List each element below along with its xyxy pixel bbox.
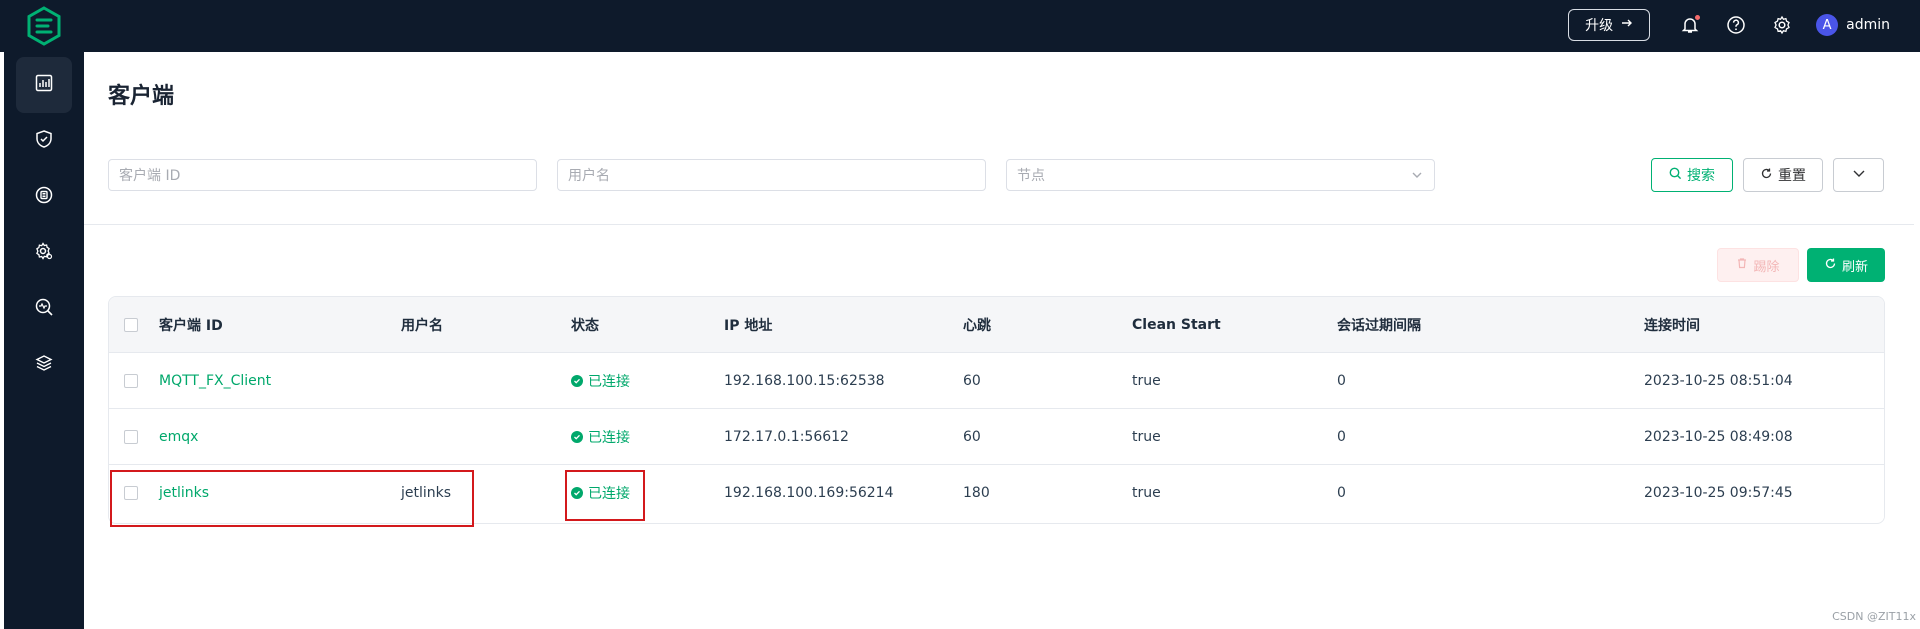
expiry-cell: 0 <box>1337 429 1346 445</box>
expiry-cell: 0 <box>1337 485 1346 501</box>
status-label: 已连接 <box>588 374 630 390</box>
ip-cell: 192.168.100.15:62538 <box>724 373 885 389</box>
help-icon[interactable] <box>1724 13 1748 37</box>
gear-icon <box>34 241 54 265</box>
shield-icon <box>34 129 54 153</box>
expiry-cell: 0 <box>1337 373 1346 389</box>
upgrade-label: 升级 <box>1585 18 1614 34</box>
connected-at-cell: 2023-10-25 08:51:04 <box>1644 373 1793 389</box>
select-all-checkbox[interactable] <box>124 297 138 353</box>
username-input[interactable]: 用户名 <box>557 159 986 191</box>
search-label: 搜索 <box>1687 168 1715 184</box>
clean-start-cell: true <box>1132 485 1161 501</box>
sidebar-item-diagnose[interactable] <box>16 281 72 337</box>
status-badge: 已连接 <box>571 409 630 465</box>
client-id-input[interactable]: 客户端 ID <box>108 159 537 191</box>
settings-icon[interactable] <box>1770 13 1794 37</box>
kick-label: 踢除 <box>1753 259 1780 275</box>
client-id-placeholder: 客户端 ID <box>119 168 181 184</box>
row-checkbox[interactable] <box>124 409 138 465</box>
keepalive-cell: 180 <box>963 485 990 501</box>
sidebar-item-integration[interactable] <box>16 169 72 225</box>
keepalive-cell: 60 <box>963 373 981 389</box>
trash-icon <box>1736 257 1748 273</box>
column-header-clean-start[interactable]: Clean Start <box>1132 297 1221 353</box>
top-bar: 升级 A admin <box>0 0 1920 52</box>
column-header-client-id[interactable]: 客户端 ID <box>159 297 223 353</box>
sidebar <box>4 52 84 629</box>
reset-button[interactable]: 重置 <box>1743 158 1823 192</box>
username-placeholder: 用户名 <box>568 168 610 184</box>
chevron-down-icon <box>1851 165 1867 185</box>
kick-button[interactable]: 踢除 <box>1717 248 1799 282</box>
expand-filters-button[interactable] <box>1833 158 1884 192</box>
avatar[interactable]: A <box>1816 14 1839 36</box>
column-header-expiry[interactable]: 会话过期间隔 <box>1337 297 1421 353</box>
node-select[interactable]: 节点 <box>1006 159 1435 191</box>
connected-at-cell: 2023-10-25 08:49:08 <box>1644 429 1793 445</box>
diagnose-icon <box>34 297 54 321</box>
check-circle-icon <box>571 431 583 443</box>
emqx-logo-icon[interactable] <box>22 4 66 48</box>
table-row: emqx 已连接 172.17.0.1:56612 60 true 0 2023… <box>109 409 1884 465</box>
connected-at-cell: 2023-10-25 09:57:45 <box>1644 485 1793 501</box>
ip-cell: 172.17.0.1:56612 <box>724 429 849 445</box>
node-placeholder: 节点 <box>1017 168 1045 184</box>
sidebar-item-extensions[interactable] <box>16 337 72 393</box>
integration-icon <box>34 185 54 209</box>
clean-start-cell: true <box>1132 429 1161 445</box>
refresh-icon <box>1760 167 1773 184</box>
refresh-button[interactable]: 刷新 <box>1807 248 1885 282</box>
search-icon <box>1669 167 1682 184</box>
username-label[interactable]: admin <box>1846 17 1890 33</box>
highlight-box-status <box>565 470 645 521</box>
table-row: MQTT_FX_Client 已连接 192.168.100.15:62538 … <box>109 353 1884 409</box>
divider <box>84 224 1914 225</box>
sidebar-item-dashboard[interactable] <box>16 57 72 113</box>
ip-cell: 192.168.100.169:56214 <box>724 485 894 501</box>
arrow-right-icon <box>1621 17 1633 33</box>
column-header-ip[interactable]: IP 地址 <box>724 297 772 353</box>
reset-label: 重置 <box>1778 168 1806 184</box>
highlight-box-client <box>110 470 474 527</box>
client-id-link[interactable]: MQTT_FX_Client <box>159 353 271 409</box>
bell-icon[interactable] <box>1678 13 1702 37</box>
main-content: 客户端 客户端 ID 用户名 节点 搜索 重置 踢除 刷新 客户端 ID 用户名… <box>84 54 1914 629</box>
sidebar-item-management[interactable] <box>16 225 72 281</box>
extensions-icon <box>34 353 54 377</box>
table-header: 客户端 ID 用户名 状态 IP 地址 心跳 Clean Start 会话过期间… <box>109 297 1884 353</box>
client-id-link[interactable]: emqx <box>159 409 198 465</box>
chevron-down-icon <box>1410 168 1424 186</box>
page-title: 客户端 <box>108 84 175 109</box>
clean-start-cell: true <box>1132 373 1161 389</box>
watermark: CSDN @ZIT11x <box>1832 610 1916 623</box>
check-circle-icon <box>571 375 583 387</box>
column-header-status[interactable]: 状态 <box>571 297 599 353</box>
column-header-connected-at[interactable]: 连接时间 <box>1644 297 1700 353</box>
status-label: 已连接 <box>588 430 630 446</box>
column-header-username[interactable]: 用户名 <box>401 297 443 353</box>
sidebar-item-access-control[interactable] <box>16 113 72 169</box>
column-header-keepalive[interactable]: 心跳 <box>963 297 991 353</box>
upgrade-button[interactable]: 升级 <box>1568 9 1651 41</box>
refresh-label: 刷新 <box>1841 259 1868 275</box>
status-badge: 已连接 <box>571 353 630 409</box>
refresh-icon <box>1824 257 1837 274</box>
keepalive-cell: 60 <box>963 429 981 445</box>
row-checkbox[interactable] <box>124 353 138 409</box>
dashboard-icon <box>34 73 54 97</box>
search-button[interactable]: 搜索 <box>1651 158 1733 192</box>
